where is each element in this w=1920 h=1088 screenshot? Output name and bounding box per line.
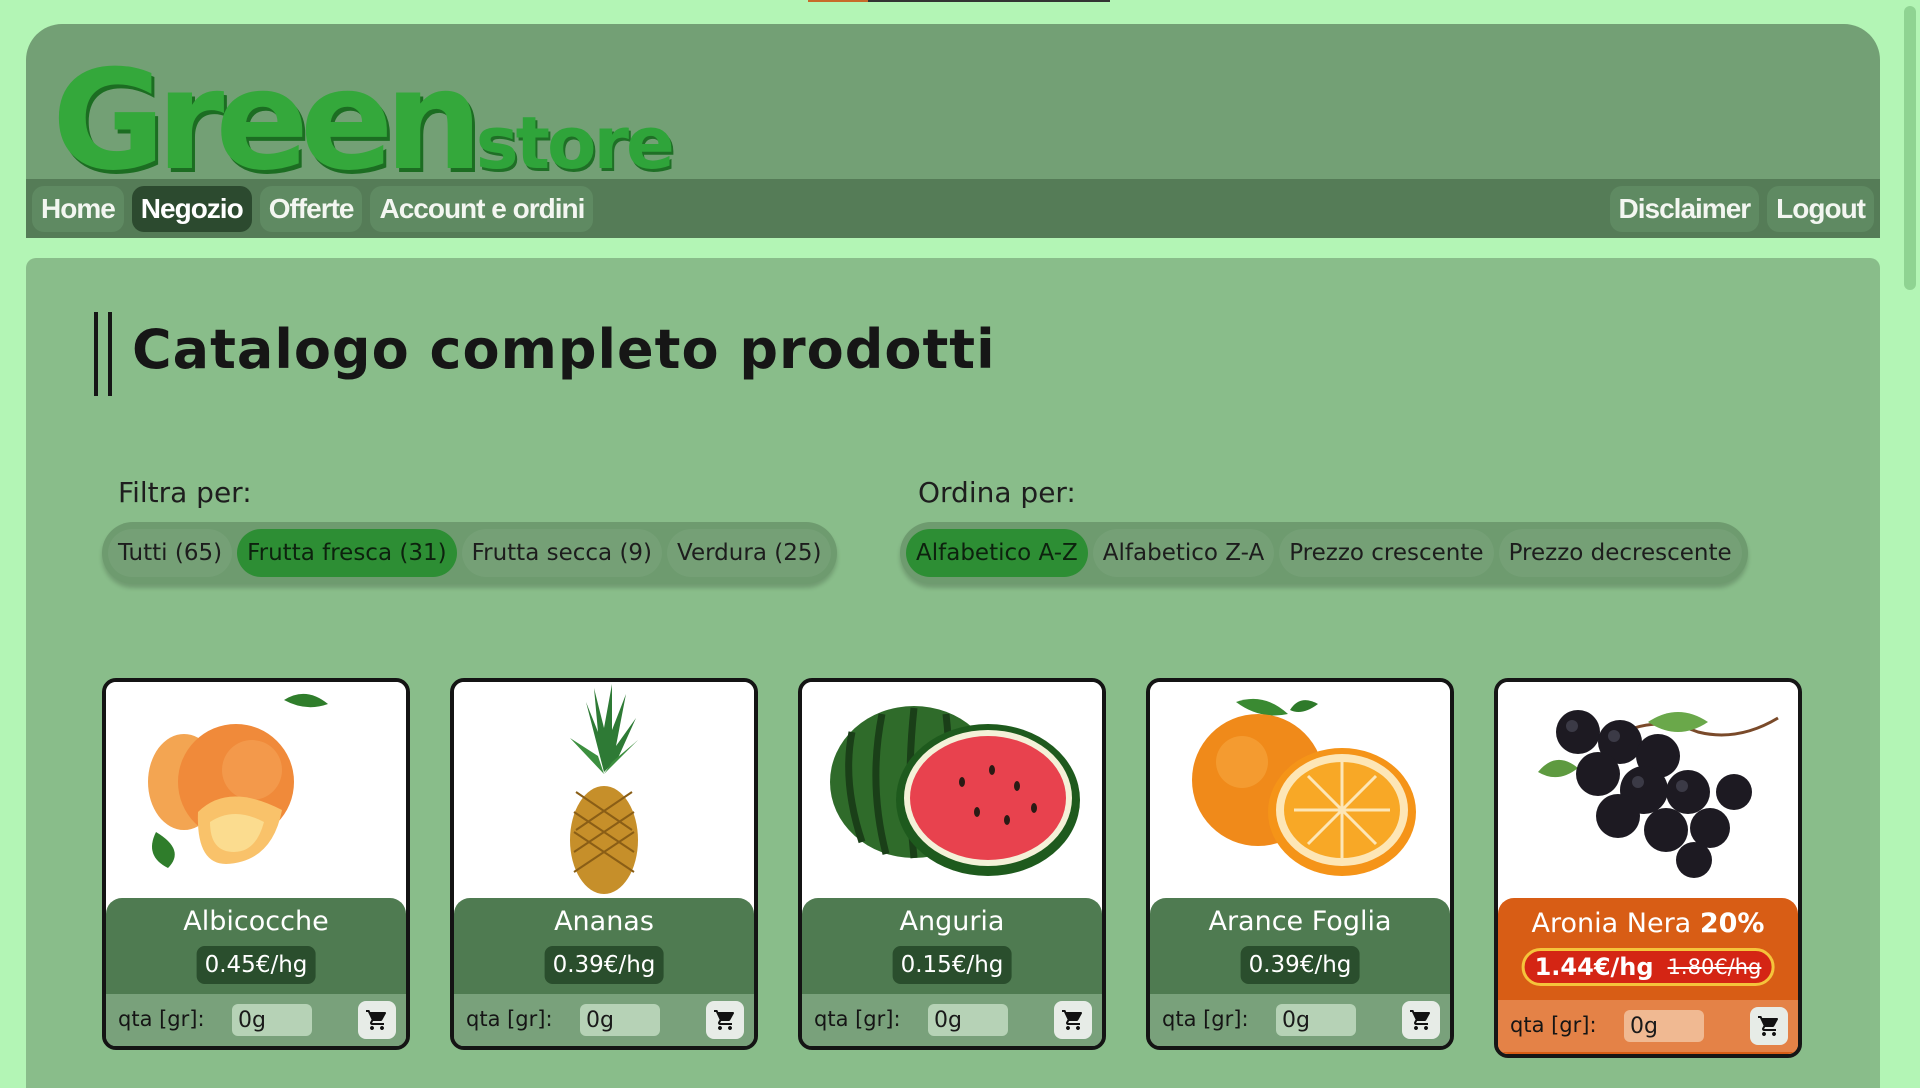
filter-dried-fruit[interactable]: Frutta secca (9) (461, 529, 663, 577)
product-price: 0.39€/hg (544, 946, 664, 984)
product-image-watermelon (802, 682, 1102, 898)
qty-label: qta [gr]: (466, 1007, 553, 1031)
qty-input[interactable] (580, 1004, 660, 1036)
product-price: 0.39€/hg (1240, 946, 1360, 984)
filter-group: Tutti (65) Frutta fresca (31) Frutta sec… (102, 522, 838, 584)
qty-row: qta [gr]: (1150, 994, 1450, 1046)
nav-logout[interactable]: Logout (1767, 185, 1874, 232)
qty-label: qta [gr]: (118, 1007, 205, 1031)
qty-input[interactable] (928, 1004, 1008, 1036)
qty-row: qta [gr]: (106, 994, 406, 1046)
product-card-ananas[interactable]: Ananas 0.39€/hg qta [gr]: (450, 678, 758, 1050)
page-title: Catalogo completo prodotti (132, 318, 996, 381)
product-card-arance-foglia[interactable]: Arance Foglia 0.39€/hg qta [gr]: (1146, 678, 1454, 1050)
product-image-orange (1150, 682, 1450, 898)
product-info: Albicocche 0.45€/hg qta [gr]: (106, 898, 406, 1046)
cart-icon (1062, 1010, 1083, 1030)
product-name: Arance Foglia (1208, 906, 1392, 937)
cart-icon (714, 1010, 735, 1030)
qty-input[interactable] (1276, 1004, 1356, 1036)
sort-price-asc[interactable]: Prezzo crescente (1279, 529, 1494, 577)
nav-shop[interactable]: Negozio (131, 185, 252, 232)
top-divider-accent (808, 0, 868, 2)
qty-row: qta [gr]: (1498, 1000, 1798, 1052)
vertical-scrollbar[interactable] (1896, 0, 1920, 1080)
qty-row: qta [gr]: (454, 994, 754, 1046)
product-name: Ananas (554, 906, 654, 937)
sort-az[interactable]: Alfabetico A-Z (906, 529, 1088, 577)
add-to-cart-button[interactable] (1054, 1001, 1092, 1039)
main-nav: Home Negozio Offerte Account e ordini Di… (26, 179, 1880, 238)
logo-green-text: Green (52, 40, 483, 201)
qty-label: qta [gr]: (1162, 1007, 1249, 1031)
sort-price-desc[interactable]: Prezzo decrescente (1498, 529, 1742, 577)
nav-offers[interactable]: Offerte (259, 185, 363, 232)
qty-input[interactable] (1624, 1010, 1704, 1042)
qty-label: qta [gr]: (1510, 1013, 1597, 1037)
sort-za[interactable]: Alfabetico Z-A (1092, 529, 1275, 577)
product-image-apricot (106, 682, 406, 898)
product-info: Aronia Nera 20% 1.44€/hg 1.80€/hg qta [g… (1498, 898, 1798, 1054)
product-image-aronia-berries (1498, 682, 1798, 898)
add-to-cart-button[interactable] (706, 1001, 744, 1039)
discount-badge: 20% (1699, 908, 1765, 939)
site-logo[interactable]: Greenstore (52, 40, 675, 201)
product-price: 0.15€/hg (892, 946, 1012, 984)
nav-account[interactable]: Account e ordini (370, 185, 594, 232)
product-price: 0.45€/hg (196, 946, 316, 984)
product-name-text: Aronia Nera (1531, 908, 1692, 939)
product-name: Anguria (899, 906, 1005, 937)
qty-row: qta [gr]: (802, 994, 1102, 1046)
filter-label: Filtra per: (118, 476, 252, 509)
product-info: Anguria 0.15€/hg qta [gr]: (802, 898, 1102, 1046)
filter-vegetables[interactable]: Verdura (25) (667, 529, 832, 577)
site-header: Greenstore Home Negozio Offerte Account … (26, 24, 1880, 238)
product-info: Ananas 0.39€/hg qta [gr]: (454, 898, 754, 1046)
cart-icon (366, 1010, 387, 1030)
sort-label: Ordina per: (918, 476, 1076, 509)
qty-input[interactable] (232, 1004, 312, 1036)
product-info: Arance Foglia 0.39€/hg qta [gr]: (1150, 898, 1450, 1046)
nav-disclaimer[interactable]: Disclaimer (1609, 185, 1760, 232)
filter-fresh-fruit[interactable]: Frutta fresca (31) (237, 529, 457, 577)
add-to-cart-button[interactable] (1402, 1001, 1440, 1039)
scrollbar-thumb[interactable] (1904, 6, 1916, 290)
title-marker (94, 312, 112, 396)
product-name: Albicocche (183, 906, 329, 937)
logo-store-text: store (475, 101, 675, 185)
product-image-pineapple (454, 682, 754, 898)
sort-group: Alfabetico A-Z Alfabetico Z-A Prezzo cre… (900, 522, 1748, 584)
qty-label: qta [gr]: (814, 1007, 901, 1031)
nav-home[interactable]: Home (32, 185, 124, 232)
catalog-section: Catalogo completo prodotti Filtra per: T… (26, 258, 1880, 1088)
add-to-cart-button[interactable] (1750, 1007, 1788, 1045)
cart-icon (1410, 1010, 1431, 1030)
cart-icon (1758, 1016, 1779, 1036)
filter-all[interactable]: Tutti (65) (108, 529, 233, 577)
discounted-price: 1.44€/hg (1534, 953, 1654, 981)
product-card-anguria[interactable]: Anguria 0.15€/hg qta [gr]: (798, 678, 1106, 1050)
offer-price-badge: 1.44€/hg 1.80€/hg (1521, 948, 1775, 986)
product-name: Aronia Nera 20% (1498, 908, 1798, 939)
original-price: 1.80€/hg (1667, 955, 1762, 979)
add-to-cart-button[interactable] (358, 1001, 396, 1039)
product-card-albicocche[interactable]: Albicocche 0.45€/hg qta [gr]: (102, 678, 410, 1050)
product-card-aronia-nera[interactable]: Aronia Nera 20% 1.44€/hg 1.80€/hg qta [g… (1494, 678, 1802, 1058)
